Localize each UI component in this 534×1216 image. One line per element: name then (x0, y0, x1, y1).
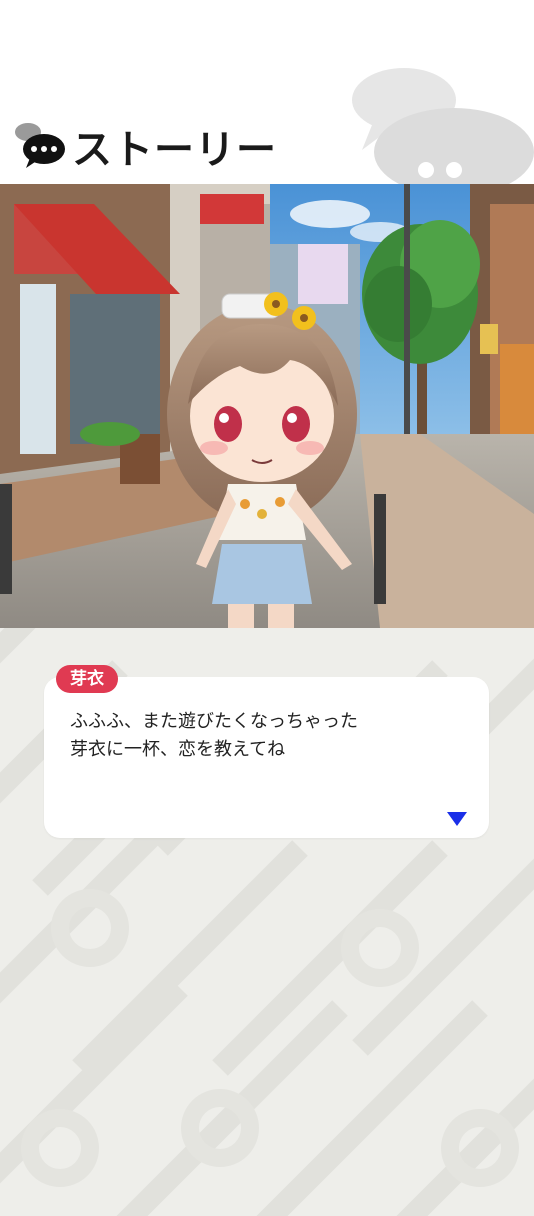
decorative-bubbles-icon (352, 68, 534, 184)
dialog-text: ふふふ、また遊びたくなっちゃった 芽衣に一杯、恋を教えてね (70, 708, 470, 764)
speaker-name-tag: 芽衣 (56, 665, 118, 693)
dialog-line: ふふふ、また遊びたくなっちゃった (70, 711, 358, 732)
page-title: ストーリー (72, 127, 277, 173)
dialog-line: 芽衣に一杯、恋を教えてね (70, 739, 286, 760)
story-scene (0, 184, 534, 628)
triangle-down-icon[interactable] (446, 811, 468, 827)
chat-bubble-icon (12, 118, 70, 174)
page-title-group: ストーリー (12, 118, 277, 174)
header: ストーリー (0, 0, 534, 184)
